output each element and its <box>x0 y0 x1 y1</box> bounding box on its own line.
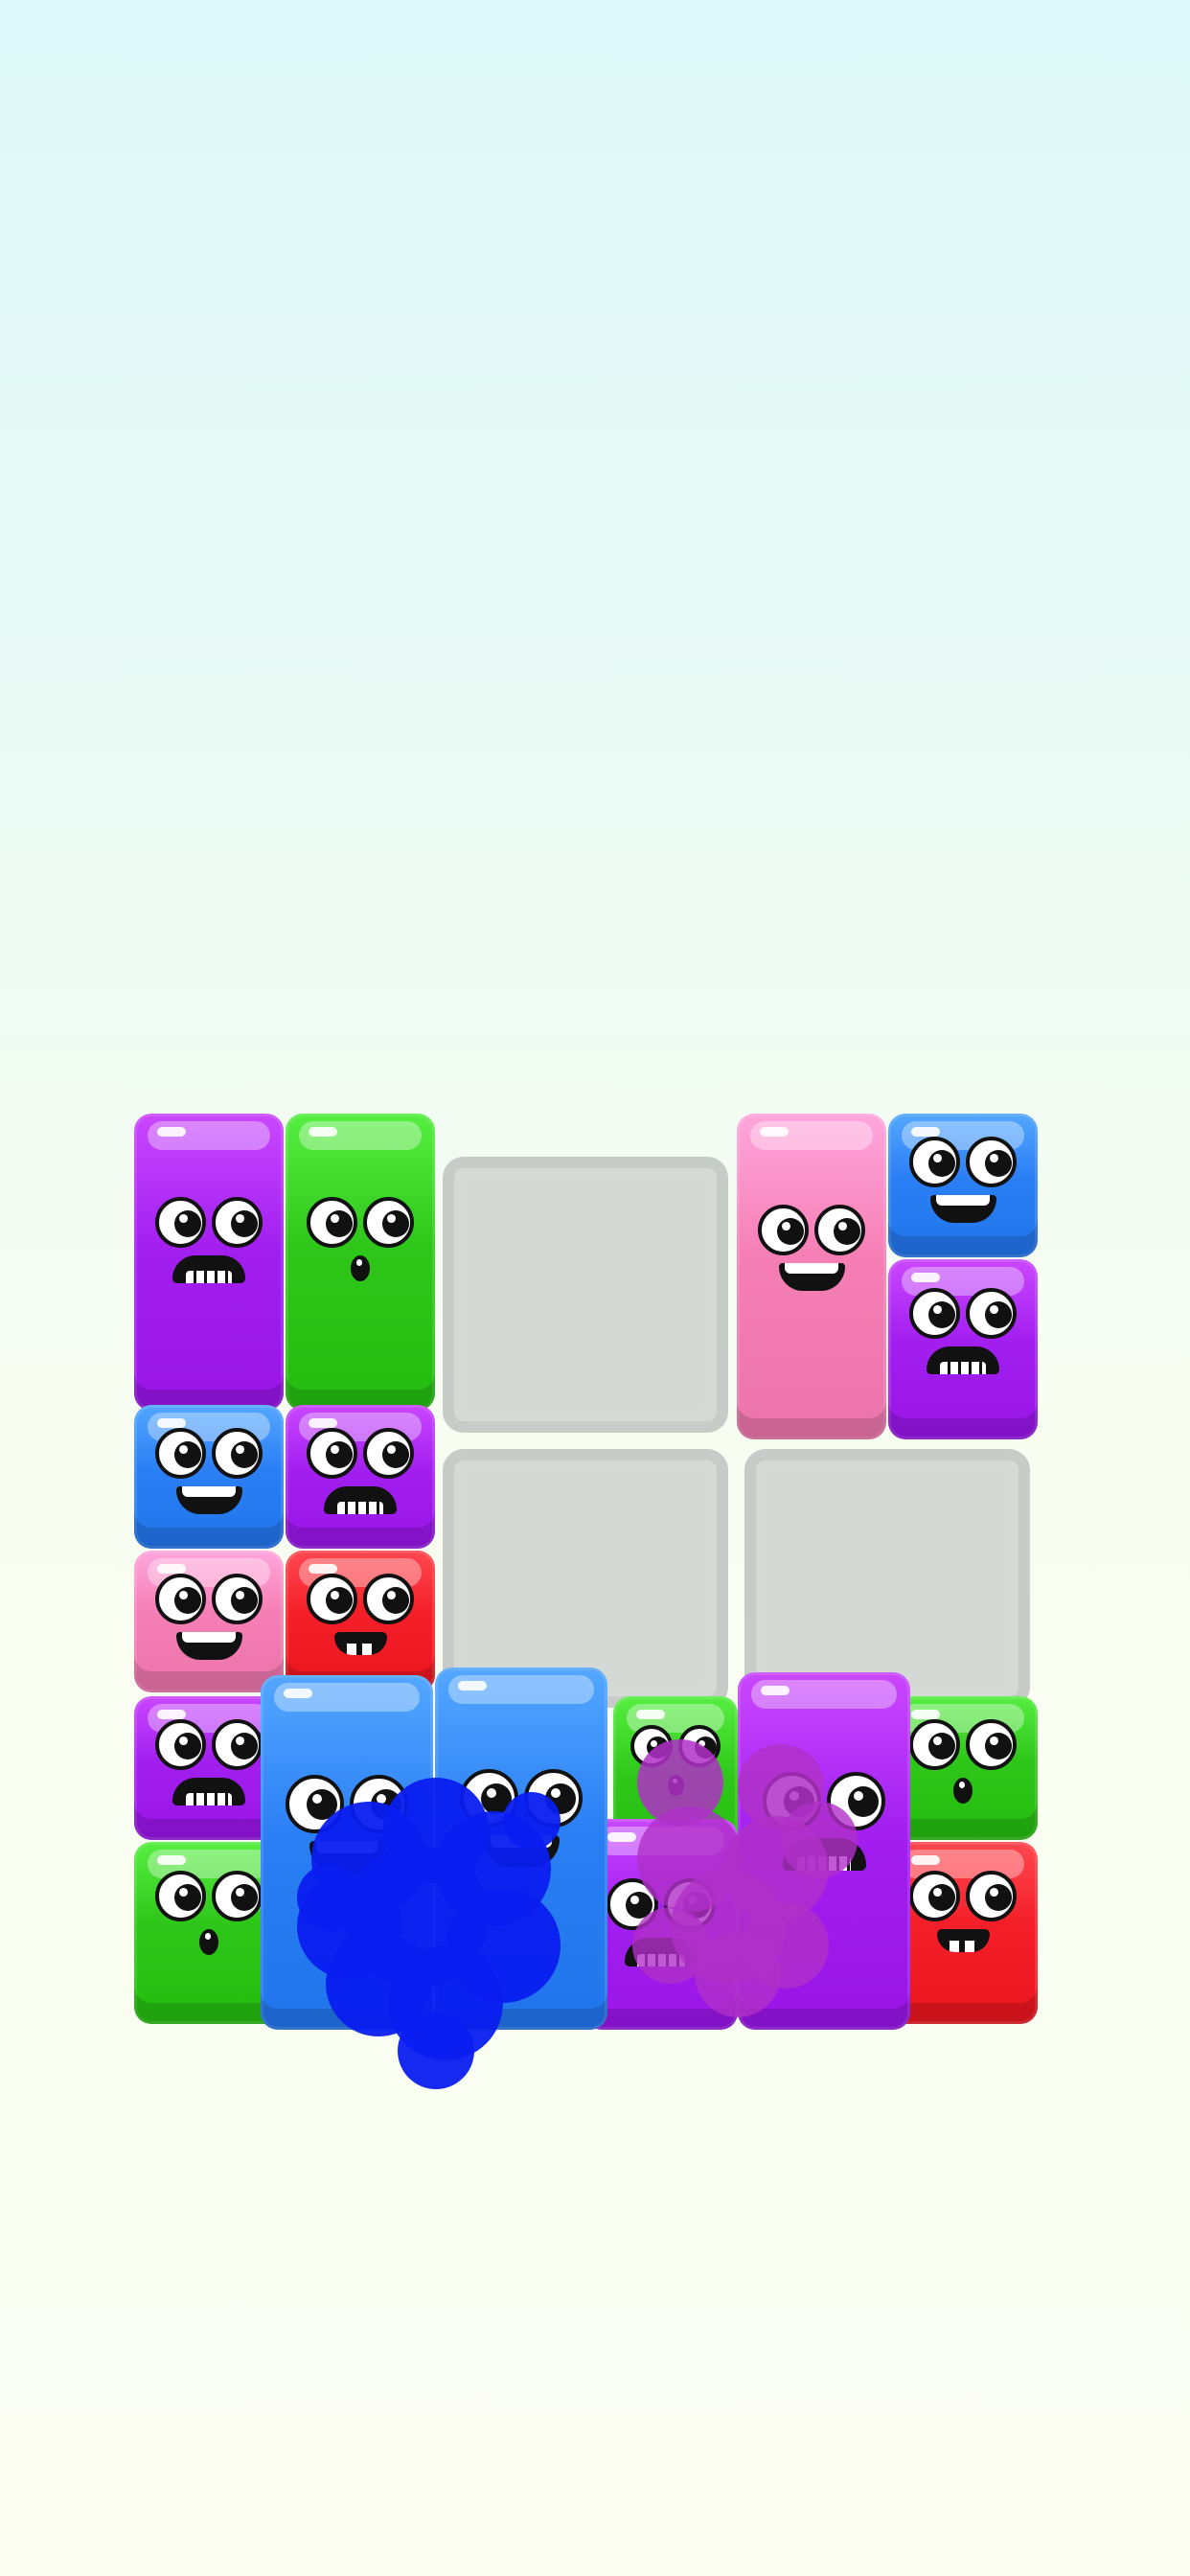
blue-jelly-block[interactable] <box>435 1668 607 2030</box>
purple-jelly-block[interactable] <box>738 1672 910 2030</box>
red-jelly-block[interactable] <box>888 1842 1038 2024</box>
eye-icon <box>909 1719 960 1770</box>
purple-jelly-block[interactable] <box>584 1819 738 2030</box>
jelly-shine <box>598 1827 724 1855</box>
mouth-icon <box>199 1929 218 1955</box>
mouth-icon <box>953 1778 973 1804</box>
eye-icon <box>212 1197 263 1248</box>
empty-slot[interactable] <box>744 1449 1030 1708</box>
mouth-icon <box>172 1778 245 1806</box>
mouth-icon <box>782 1838 866 1871</box>
eye-icon <box>630 1725 673 1767</box>
jelly-face <box>134 1197 284 1283</box>
eye-icon <box>212 1574 263 1624</box>
red-jelly-block[interactable] <box>286 1551 435 1692</box>
eye-icon <box>909 1871 960 1921</box>
mouth-icon <box>172 1255 245 1283</box>
eye-icon <box>966 1288 1017 1339</box>
eye-icon <box>363 1197 414 1248</box>
eye-icon <box>307 1428 357 1479</box>
blue-jelly-block[interactable] <box>888 1114 1038 1257</box>
jelly-shine <box>299 1121 422 1150</box>
mouth-icon <box>324 1486 397 1514</box>
eye-icon <box>212 1871 263 1921</box>
jelly-face <box>888 1137 1038 1223</box>
mouth-icon <box>175 1486 242 1514</box>
eye-icon <box>909 1288 960 1339</box>
purple-jelly-block[interactable] <box>286 1405 435 1549</box>
eye-icon <box>460 1769 518 1828</box>
eye-icon <box>363 1428 414 1479</box>
mouth-icon <box>936 1929 990 1952</box>
pink-jelly-block[interactable] <box>737 1114 886 1439</box>
empty-slot[interactable] <box>443 1157 728 1433</box>
eye-icon <box>212 1719 263 1770</box>
eye-icon <box>678 1725 721 1767</box>
mouth-icon <box>927 1346 999 1374</box>
jelly-face <box>888 1871 1038 1952</box>
jelly-face <box>286 1197 435 1281</box>
mouth-icon <box>929 1195 996 1223</box>
eye-icon <box>758 1205 809 1255</box>
game-board <box>0 0 1190 2576</box>
eye-icon <box>966 1719 1017 1770</box>
blue-jelly-block[interactable] <box>261 1675 433 2030</box>
jelly-face <box>261 1775 433 1874</box>
jelly-face <box>738 1772 910 1871</box>
jelly-face <box>134 1574 284 1660</box>
eye-icon <box>909 1137 960 1187</box>
jelly-face <box>286 1574 435 1655</box>
eye-icon <box>966 1137 1017 1187</box>
eye-icon <box>524 1769 583 1828</box>
eye-icon <box>286 1775 344 1833</box>
purple-jelly-block[interactable] <box>888 1259 1038 1439</box>
green-jelly-block[interactable] <box>888 1696 1038 1840</box>
jelly-face <box>888 1719 1038 1804</box>
mouth-icon <box>351 1255 370 1281</box>
jelly-face <box>134 1428 284 1514</box>
mouth-icon <box>309 1841 385 1874</box>
mouth-icon <box>175 1632 242 1660</box>
eye-icon <box>664 1878 716 1930</box>
jelly-shine <box>751 1680 897 1709</box>
eye-icon <box>155 1574 206 1624</box>
jelly-shine <box>448 1675 594 1704</box>
jelly-face <box>435 1769 607 1868</box>
eye-icon <box>763 1772 821 1830</box>
mouth-icon <box>483 1835 560 1868</box>
eye-icon <box>307 1197 357 1248</box>
jelly-shine <box>148 1121 270 1150</box>
green-jelly-block[interactable] <box>286 1114 435 1411</box>
jelly-shine <box>274 1683 420 1712</box>
jelly-face <box>584 1878 738 1966</box>
eye-icon <box>155 1197 206 1248</box>
jelly-face <box>737 1205 886 1291</box>
eye-icon <box>606 1878 658 1930</box>
eye-icon <box>155 1428 206 1479</box>
eye-icon <box>155 1871 206 1921</box>
eye-icon <box>814 1205 865 1255</box>
eye-icon <box>966 1871 1017 1921</box>
mouth-icon <box>624 1938 698 1966</box>
blue-jelly-block[interactable] <box>134 1405 284 1549</box>
mouth-icon <box>667 1775 684 1796</box>
eye-icon <box>307 1574 357 1624</box>
jelly-face <box>888 1288 1038 1374</box>
pink-jelly-block[interactable] <box>134 1551 284 1692</box>
purple-jelly-block[interactable] <box>134 1114 284 1411</box>
eye-icon <box>363 1574 414 1624</box>
mouth-icon <box>333 1632 387 1655</box>
mouth-icon <box>778 1263 845 1291</box>
jelly-face <box>286 1428 435 1514</box>
eye-icon <box>350 1775 408 1833</box>
eye-icon <box>155 1719 206 1770</box>
eye-icon <box>827 1772 885 1830</box>
jelly-face <box>613 1725 738 1796</box>
eye-icon <box>212 1428 263 1479</box>
jelly-shine <box>750 1121 873 1150</box>
